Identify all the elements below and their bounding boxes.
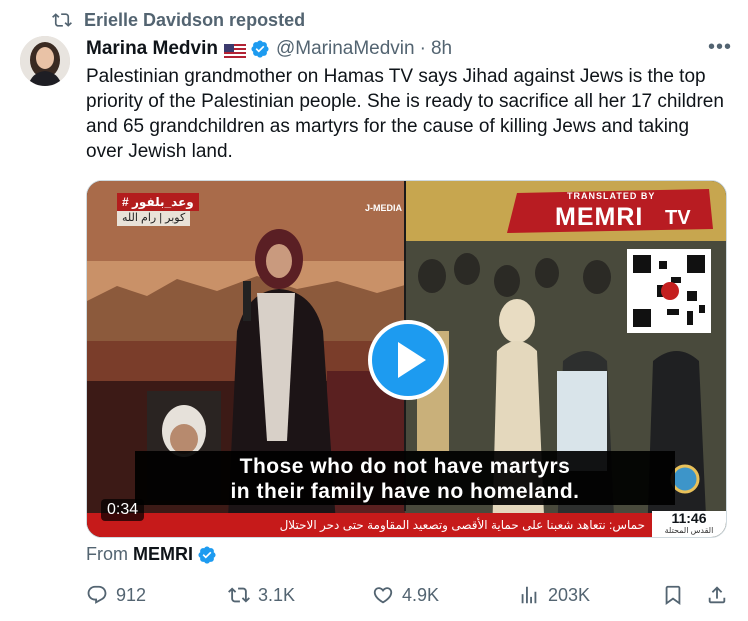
- repost-indicator[interactable]: Erielle Davidson reposted: [52, 8, 305, 32]
- repost-icon: [52, 13, 72, 27]
- tweet-header: Marina Medvin @MarinaMedvin · 8h •••: [86, 36, 732, 62]
- repost-icon: [228, 587, 250, 603]
- broadcast-clock: 11:46 القدس المحتلة: [652, 510, 726, 537]
- clock-time: 11:46: [671, 510, 707, 526]
- verified-badge-icon: [198, 545, 216, 564]
- share-button[interactable]: [706, 580, 728, 610]
- avatar[interactable]: [20, 36, 70, 86]
- like-count: 4.9K: [402, 584, 440, 605]
- play-button[interactable]: [368, 320, 448, 400]
- memri-watermark: TRANSLATED BY MEMRI TV: [455, 189, 695, 239]
- view-count: 203K: [548, 584, 591, 605]
- location-banner: كوبر | رام الله: [117, 211, 191, 226]
- bookmark-button[interactable]: [662, 580, 684, 610]
- reply-icon: [87, 585, 107, 604]
- reply-count: 912: [116, 584, 147, 605]
- translated-by-label: TRANSLATED BY: [567, 191, 656, 201]
- analytics-icon: [521, 586, 537, 604]
- repost-count: 3.1K: [258, 584, 296, 605]
- heart-icon: [373, 587, 393, 604]
- media-source: From MEMRI: [86, 544, 217, 565]
- author-handle[interactable]: @MarinaMedvin: [276, 38, 415, 60]
- reply-button[interactable]: 912: [86, 580, 146, 610]
- video-duration: 0:34: [101, 499, 145, 521]
- action-bar: 912 3.1K 4.9K 203K: [86, 580, 736, 610]
- repost-button[interactable]: 3.1K: [228, 580, 295, 610]
- video-player[interactable]: # وعد_بلفور كوبر | رام الله J-MEDIA TRAN…: [86, 180, 727, 538]
- news-ticker: حماس: نتعاهد شعبنا على حماية الأقصى وتصع…: [87, 513, 653, 537]
- memri-logo: MEMRI: [555, 203, 644, 231]
- channel-logo: J-MEDIA: [365, 203, 403, 213]
- like-button[interactable]: 4.9K: [372, 580, 439, 610]
- memri-tv-label: TV: [665, 207, 691, 229]
- repost-label: Erielle Davidson reposted: [84, 9, 306, 30]
- subtitle-line-2: in their family have no homeland.: [230, 480, 580, 503]
- source-prefix: From: [86, 544, 128, 564]
- hashtag-banner: # وعد_بلفور: [117, 193, 199, 211]
- video-subtitle: Those who do not have martyrs in their f…: [135, 451, 675, 505]
- views-button[interactable]: 203K: [518, 580, 590, 610]
- clock-location: القدس المحتلة: [664, 526, 714, 535]
- author-name[interactable]: Marina Medvin: [86, 38, 218, 60]
- verified-badge-icon[interactable]: [250, 39, 270, 59]
- us-flag-icon: [223, 42, 246, 58]
- tweet-text: Palestinian grandmother on Hamas TV says…: [86, 66, 724, 162]
- timestamp[interactable]: 8h: [431, 38, 452, 60]
- source-link[interactable]: MEMRI: [133, 544, 193, 565]
- share-icon: [708, 586, 726, 604]
- subtitle-line-1: Those who do not have martyrs: [239, 455, 571, 478]
- more-options-icon[interactable]: •••: [708, 36, 732, 59]
- separator: ·: [419, 38, 426, 59]
- bookmark-icon: [665, 585, 681, 606]
- play-icon: [398, 342, 426, 378]
